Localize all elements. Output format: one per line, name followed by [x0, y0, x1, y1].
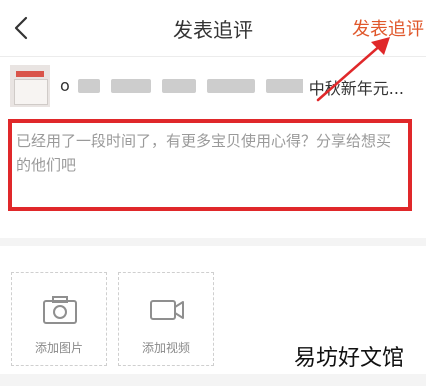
- blurred-text: [77, 78, 100, 93]
- bottom-divider: [0, 374, 426, 386]
- video-camera-icon: [150, 300, 184, 320]
- top-bar: 发表追评 发表追评: [0, 0, 426, 57]
- product-thumbnail: [10, 65, 50, 107]
- product-row: o 中秋新年元...: [0, 57, 426, 115]
- add-video-button[interactable]: 添加视频: [118, 272, 214, 366]
- blurred-text: [207, 78, 256, 93]
- camera-icon: [43, 296, 77, 324]
- product-title-suffix: 中秋新年元...: [302, 75, 404, 97]
- blurred-text: [110, 78, 151, 93]
- back-button[interactable]: [6, 10, 42, 46]
- submit-follow-up-button[interactable]: 发表追评: [352, 15, 424, 41]
- product-title: o 中秋新年元...: [60, 75, 416, 97]
- blurred-text: [162, 78, 197, 93]
- review-placeholder: 已经用了一段时间了，有更多宝贝使用心得？分享给想买的他们吧: [16, 132, 392, 174]
- follow-up-review-input[interactable]: 已经用了一段时间了，有更多宝贝使用心得？分享给想买的他们吧: [8, 119, 412, 211]
- section-divider: [0, 238, 426, 246]
- follow-up-review-screen: 发表追评 发表追评 o 中秋新年元... 已经用了一段时间了，有更多宝贝使用心得…: [0, 0, 426, 386]
- add-video-label: 添加视频: [141, 341, 190, 355]
- product-title-prefix: o: [60, 76, 70, 95]
- add-photo-button[interactable]: 添加图片: [11, 272, 107, 366]
- watermark: 易坊好文馆: [293, 346, 404, 371]
- chevron-left-icon: [14, 16, 28, 40]
- add-photo-label: 添加图片: [34, 341, 83, 355]
